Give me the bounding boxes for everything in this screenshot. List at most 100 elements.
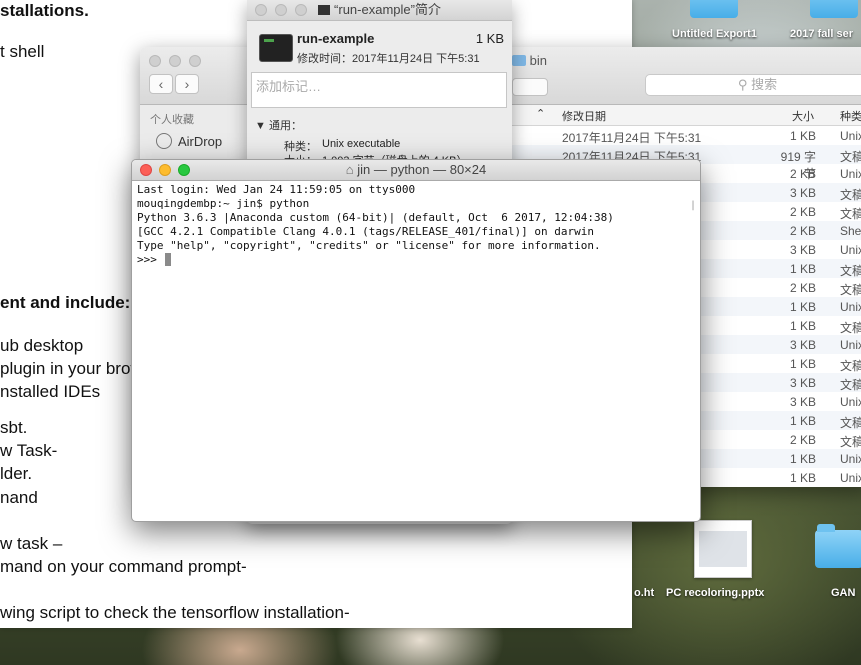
folder-title-label: bin bbox=[529, 53, 547, 68]
row-kind: 文稿 bbox=[840, 207, 861, 221]
row-size: 2 KB bbox=[789, 433, 816, 447]
terminal-line: [GCC 4.2.1 Compatible Clang 4.0.1 (tags/… bbox=[137, 225, 594, 238]
doc-line: mand on your command prompt- bbox=[0, 557, 247, 576]
search-icon: ⚲ bbox=[737, 77, 748, 92]
info-filename: run-example bbox=[297, 31, 375, 46]
row-size: 3 KB bbox=[789, 243, 816, 257]
row-size: 2 KB bbox=[789, 167, 816, 181]
folder-icon[interactable] bbox=[810, 0, 858, 18]
row-size: 1 KB bbox=[789, 300, 816, 314]
terminal-file-icon bbox=[318, 5, 331, 15]
column-size[interactable]: 大小 bbox=[792, 108, 814, 124]
sidebar-header: 个人收藏 bbox=[150, 114, 194, 126]
general-section[interactable]: ▼ 通用： bbox=[255, 117, 302, 133]
terminal-prompt: >>> bbox=[137, 253, 164, 266]
kind-value: Unix executable bbox=[322, 138, 401, 150]
minimize-button[interactable] bbox=[169, 55, 181, 67]
doc-line: nand bbox=[0, 488, 38, 507]
row-size: 2 KB bbox=[789, 224, 816, 238]
home-icon: ⌂ bbox=[345, 162, 354, 177]
row-kind: She bbox=[840, 224, 861, 238]
row-kind: Unix bbox=[840, 338, 861, 352]
info-titlebar: “run-example”简介 bbox=[247, 0, 512, 21]
close-button[interactable] bbox=[255, 4, 267, 16]
column-kind[interactable]: 种类 bbox=[840, 108, 861, 124]
row-size: 2 KB bbox=[789, 281, 816, 295]
desktop-icon-label[interactable]: 2017 fall ser bbox=[790, 28, 853, 40]
doc-heading: stallations. bbox=[0, 1, 89, 20]
row-kind: 文稿 bbox=[840, 378, 861, 392]
minimize-button[interactable] bbox=[159, 164, 171, 176]
row-size: 3 KB bbox=[789, 186, 816, 200]
info-modified: 修改时间：2017年11月24日 下午5:31 bbox=[297, 53, 480, 65]
doc-line: t shell bbox=[0, 42, 45, 61]
row-size: 1 KB bbox=[789, 129, 816, 143]
row-size: 1 KB bbox=[789, 319, 816, 333]
row-kind: Unix bbox=[840, 243, 861, 257]
doc-line: nstalled IDEs bbox=[0, 382, 101, 401]
desktop-icon-label[interactable]: PC recoloring.pptx bbox=[666, 587, 764, 599]
sidebar-item-airdrop[interactable]: AirDrop bbox=[156, 133, 222, 149]
airdrop-icon bbox=[156, 133, 172, 149]
close-button[interactable] bbox=[140, 164, 152, 176]
info-size: 1 KB bbox=[475, 31, 504, 46]
terminal-titlebar: ⌂ jin — python — 80×24 bbox=[132, 160, 700, 181]
desktop-icon-label[interactable]: Untitled Export1 bbox=[672, 28, 757, 40]
row-kind: 文稿 bbox=[840, 283, 861, 297]
doc-line: sbt. bbox=[0, 418, 28, 437]
folder-icon[interactable] bbox=[815, 524, 861, 568]
disclosure-triangle-icon: ▼ bbox=[255, 120, 266, 132]
doc-line: w Task- bbox=[0, 441, 58, 460]
terminal-line: Last login: Wed Jan 24 11:59:05 on ttys0… bbox=[137, 183, 416, 196]
row-size: 3 KB bbox=[789, 338, 816, 352]
doc-heading: ent and include: bbox=[0, 293, 131, 312]
column-date[interactable]: 修改日期 bbox=[562, 108, 606, 124]
search-input[interactable]: ⚲ 搜索 bbox=[645, 74, 861, 96]
doc-line: w task – bbox=[0, 534, 63, 553]
info-title: “run-example”简介 bbox=[334, 2, 441, 17]
row-kind: Unix bbox=[840, 395, 861, 409]
table-row[interactable]: 2017年11月24日 下午5:31 1 KB Unix bbox=[512, 126, 861, 145]
scroll-indicator: | bbox=[689, 200, 696, 211]
desktop-icon-label[interactable]: GAN bbox=[831, 587, 855, 599]
desktop-icon-label[interactable]: o.ht bbox=[634, 587, 654, 599]
folder-title: bin bbox=[512, 53, 547, 68]
row-kind: Unix bbox=[840, 167, 861, 181]
folder-icon[interactable] bbox=[690, 0, 738, 18]
zoom-button[interactable] bbox=[189, 55, 201, 67]
row-kind: 文稿 bbox=[840, 188, 861, 202]
terminal-line: Python 3.6.3 |Anaconda custom (64-bit)| … bbox=[137, 211, 614, 224]
terminal-cursor bbox=[165, 253, 171, 266]
column-header: ⌃ 修改日期 大小 种类 bbox=[512, 105, 861, 126]
row-kind: 文稿 bbox=[840, 359, 861, 373]
tags-input[interactable]: 添加标记… bbox=[251, 72, 507, 108]
zoom-button[interactable] bbox=[295, 4, 307, 16]
row-kind: Unix bbox=[840, 129, 861, 143]
back-button[interactable]: ‹ bbox=[149, 74, 173, 94]
doc-line: wing script to check the tensorflow inst… bbox=[0, 603, 350, 622]
row-kind: Unix bbox=[840, 471, 861, 485]
row-size: 1 KB bbox=[789, 452, 816, 466]
row-size: 1 KB bbox=[789, 357, 816, 371]
sort-chevron-icon[interactable]: ⌃ bbox=[536, 107, 545, 120]
row-size: 2 KB bbox=[789, 205, 816, 219]
terminal-line: mouqingdembp:~ jin$ python bbox=[137, 197, 310, 210]
document-thumbnail-icon[interactable] bbox=[694, 520, 752, 578]
minimize-button[interactable] bbox=[275, 4, 287, 16]
terminal-window[interactable]: ⌂ jin — python — 80×24 Last login: Wed J… bbox=[131, 159, 701, 522]
tag-button[interactable] bbox=[512, 78, 548, 96]
terminal-line: Type "help", "copyright", "credits" or "… bbox=[137, 239, 601, 252]
row-kind: 文稿 bbox=[840, 264, 861, 278]
row-size: 3 KB bbox=[789, 395, 816, 409]
zoom-button[interactable] bbox=[178, 164, 190, 176]
doc-line: lder. bbox=[0, 464, 33, 483]
row-size: 1 KB bbox=[789, 414, 816, 428]
row-kind: 文稿 bbox=[840, 321, 861, 335]
executable-file-icon bbox=[259, 34, 293, 62]
row-kind: Unix bbox=[840, 300, 861, 314]
forward-button[interactable]: › bbox=[175, 74, 199, 94]
doc-line: plugin in your brov bbox=[0, 359, 139, 378]
close-button[interactable] bbox=[149, 55, 161, 67]
folder-small-icon bbox=[512, 55, 526, 66]
terminal-title: jin — python — 80×24 bbox=[357, 162, 487, 177]
